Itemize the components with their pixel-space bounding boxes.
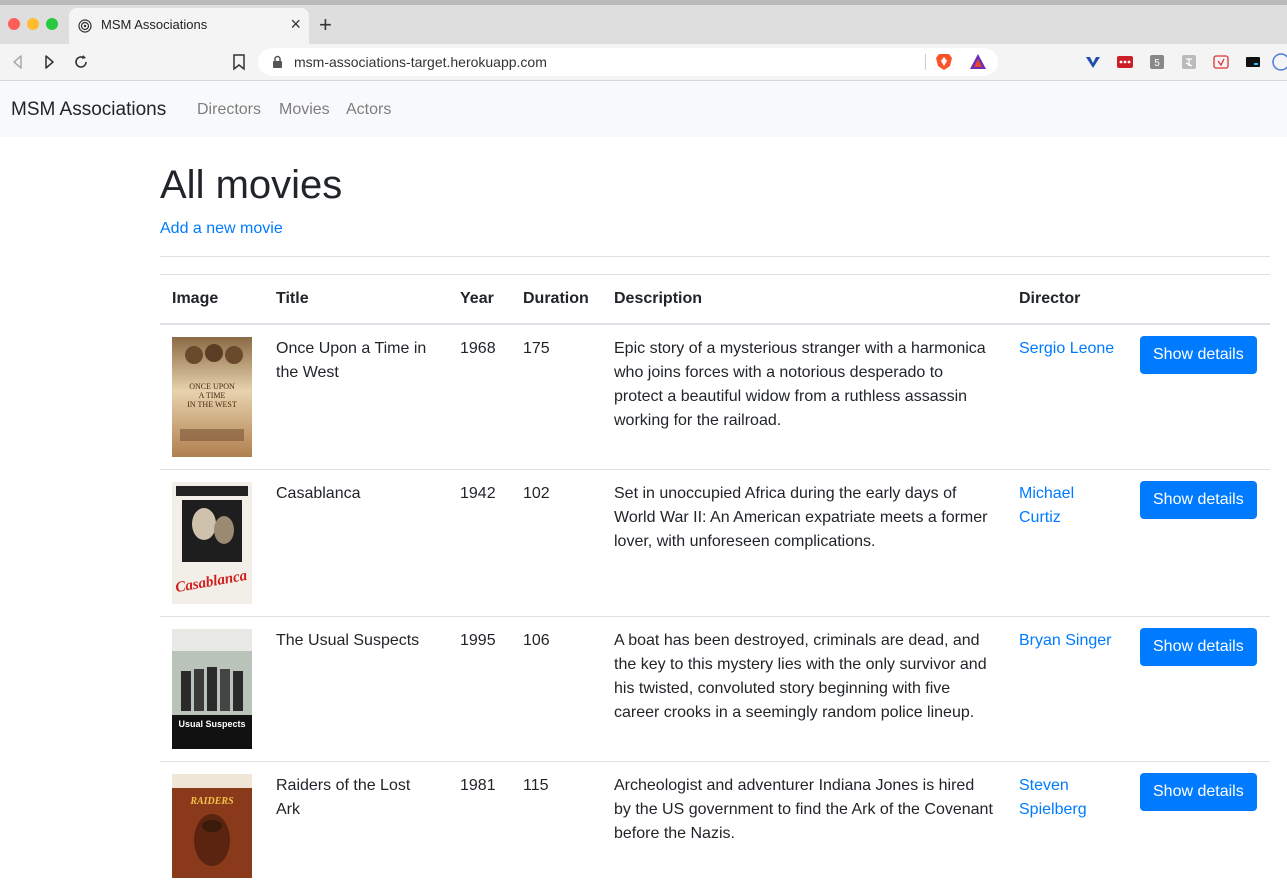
translate-extension-icon[interactable] [1180,53,1198,71]
movie-title: Raiders of the Lost Ark [264,762,448,890]
new-tab-button[interactable]: + [319,13,332,37]
table-header-row: Image Title Year Duration Description Di… [160,275,1270,325]
browser-toolbar: msm-associations-target.herokuapp.com 5 [0,44,1287,81]
column-header-image: Image [160,275,264,325]
column-header-duration: Duration [511,275,602,325]
lastpass-extension-icon[interactable] [1116,53,1134,71]
browser-tab-strip: MSM Associations × + [0,0,1287,44]
column-header-actions [1128,275,1270,325]
movie-year: 1968 [448,324,511,470]
show-details-button[interactable]: Show details [1140,628,1257,666]
movies-table: Image Title Year Duration Description Di… [160,274,1270,890]
column-header-title: Title [264,275,448,325]
movie-year: 1995 [448,617,511,762]
movie-title: The Usual Suspects [264,617,448,762]
grammar-extension-icon[interactable] [1212,53,1230,71]
nav-link-actors[interactable]: Actors [346,101,391,119]
minimize-window-button[interactable] [27,18,39,30]
movie-poster-image: ONCE UPON A TIME IN THE WEST [172,337,252,457]
brave-rewards-icon[interactable] [968,52,988,72]
movie-poster-image: RAIDERS [172,774,252,878]
page-title: All movies [160,163,342,208]
close-window-button[interactable] [8,18,20,30]
terminal-extension-icon[interactable] [1244,53,1262,71]
nav-link-directors[interactable]: Directors [197,101,261,119]
reload-icon[interactable] [72,53,90,71]
movie-year: 1981 [448,762,511,890]
svg-text:A TIME: A TIME [199,391,226,400]
movie-year: 1942 [448,470,511,617]
add-new-movie-link[interactable]: Add a new movie [160,220,283,238]
movie-description: Epic story of a mysterious stranger with… [602,324,1007,470]
movie-duration: 175 [511,324,602,470]
director-link[interactable]: Sergio Leone [1019,340,1114,357]
table-row: Usual Suspects The Usual Suspects 1995 1… [160,617,1270,762]
nav-link-movies[interactable]: Movies [279,101,330,119]
bookmark-icon[interactable] [232,53,246,71]
movie-title: Once Upon a Time in the West [264,324,448,470]
site-favicon-icon [78,19,92,33]
url-separator [925,54,926,70]
brave-shields-icon[interactable] [934,52,954,72]
navbar-brand[interactable]: MSM Associations [11,99,166,121]
table-row: Casablanca Casablanca 1942 102 Set in un… [160,470,1270,617]
svg-text:IN THE WEST: IN THE WEST [187,400,237,409]
divider [160,256,1270,257]
movie-title: Casablanca [264,470,448,617]
svg-text:5: 5 [1154,58,1160,69]
show-details-button[interactable]: Show details [1140,481,1257,519]
movie-description: Set in unoccupied Africa during the earl… [602,470,1007,617]
lock-icon [272,55,283,69]
director-link[interactable]: Steven Spielberg [1019,777,1087,818]
director-link[interactable]: Bryan Singer [1019,632,1112,649]
svg-text:ONCE UPON: ONCE UPON [189,382,235,391]
column-header-description: Description [602,275,1007,325]
table-row: RAIDERS Raiders of the Lost Ark 1981 115… [160,762,1270,890]
browser-tab[interactable]: MSM Associations × [69,8,309,44]
table-row: ONCE UPON A TIME IN THE WEST Once Upon a… [160,324,1270,470]
movie-description: A boat has been destroyed, criminals are… [602,617,1007,762]
tab-close-icon[interactable]: × [290,14,301,34]
column-header-director: Director [1007,275,1128,325]
site-navbar: MSM Associations Directors Movies Actors [0,81,1287,137]
svg-text:Usual Suspects: Usual Suspects [178,719,245,729]
profile-icon[interactable] [1272,53,1287,71]
zoom-window-button[interactable] [46,18,58,30]
tab-title: MSM Associations [101,17,207,32]
movie-poster-image: Casablanca [172,482,252,604]
show-details-button[interactable]: Show details [1140,336,1257,374]
show-details-button[interactable]: Show details [1140,773,1257,811]
movie-duration: 115 [511,762,602,890]
director-link[interactable]: Michael Curtiz [1019,485,1074,526]
svg-text:RAIDERS: RAIDERS [189,796,234,807]
movie-poster-image: Usual Suspects [172,629,252,749]
back-icon[interactable] [9,53,27,71]
movie-duration: 102 [511,470,602,617]
vimeo-extension-icon[interactable] [1084,53,1102,71]
forward-icon[interactable] [40,53,58,71]
movie-description: Archeologist and adventurer Indiana Jone… [602,762,1007,890]
movie-duration: 106 [511,617,602,762]
url-text: msm-associations-target.herokuapp.com [294,54,547,70]
address-bar[interactable]: msm-associations-target.herokuapp.com [258,48,998,76]
html5-extension-icon[interactable]: 5 [1148,53,1166,71]
column-header-year: Year [448,275,511,325]
